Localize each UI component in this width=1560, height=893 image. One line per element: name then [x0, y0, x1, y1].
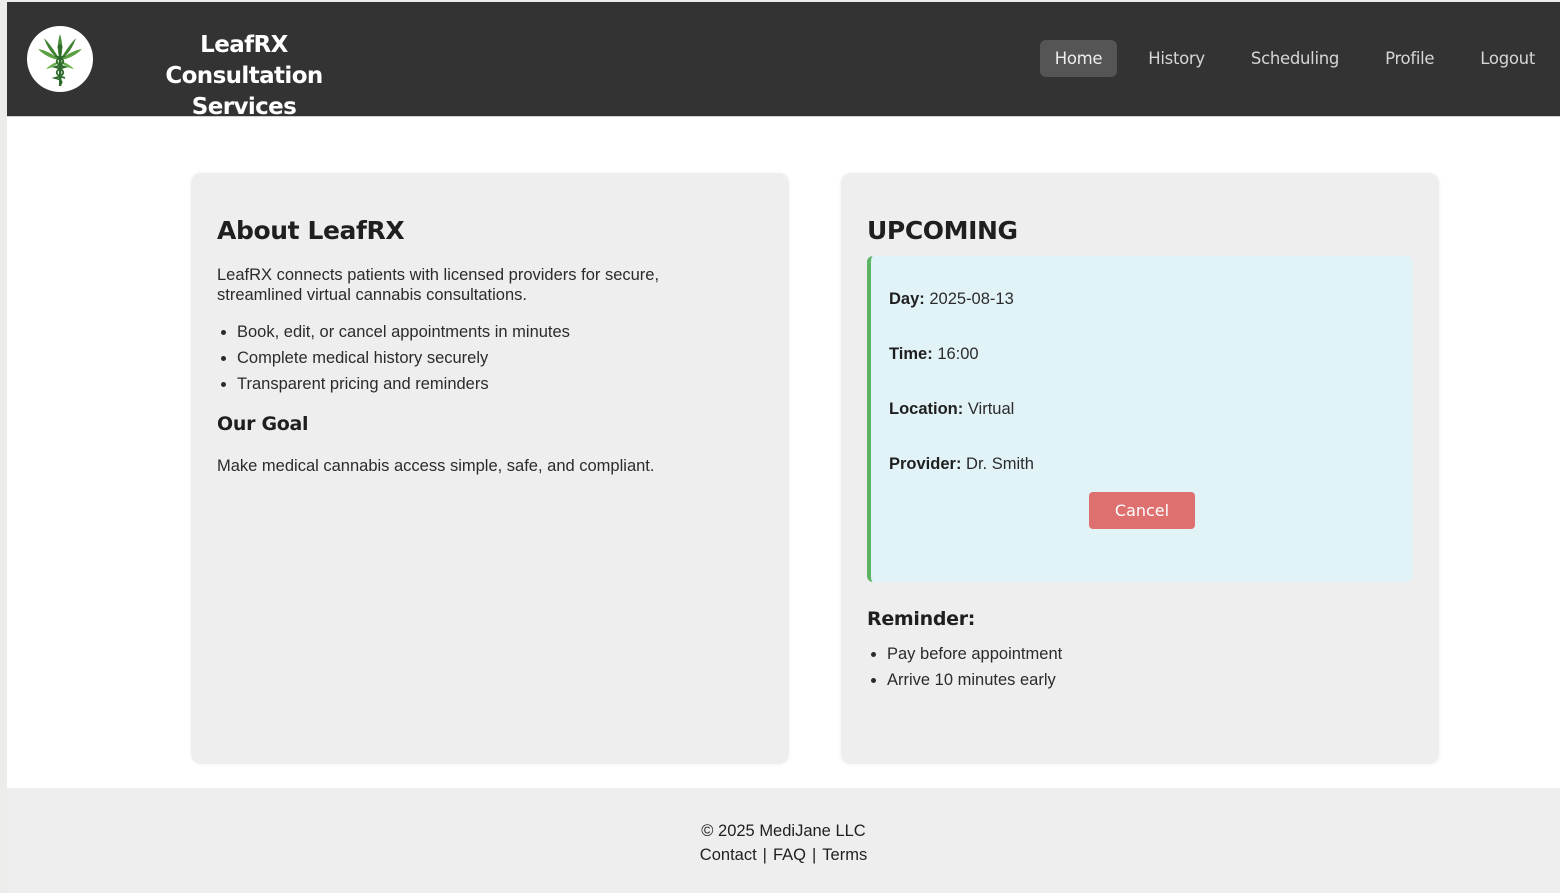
main-nav: Home History Scheduling Profile Logout [1024, 40, 1550, 77]
brand-title: LeafRX Consultation Services [119, 30, 369, 123]
footer-separator: | [811, 846, 817, 864]
nav-logout[interactable]: Logout [1465, 40, 1550, 77]
about-title: About LeafRX [217, 216, 405, 245]
footer-links: Contact | FAQ | Terms [7, 846, 1560, 865]
brand-line-1: LeafRX [200, 32, 288, 58]
list-item: Transparent pricing and reminders [217, 371, 570, 397]
time-value: 16:00 [937, 345, 979, 363]
location-value: Virtual [967, 400, 1015, 418]
footer-link-faq[interactable]: FAQ [773, 846, 806, 864]
appointment-box: Day: 2025-08-13 Time: 16:00 Location: Vi… [867, 256, 1413, 582]
nav-profile[interactable]: Profile [1370, 40, 1449, 77]
list-item: Complete medical history securely [217, 345, 570, 371]
logo[interactable] [27, 26, 93, 92]
nav-scheduling[interactable]: Scheduling [1236, 40, 1354, 77]
time-label: Time: [889, 345, 933, 363]
about-card: About LeafRX LeafRX connects patients wi… [191, 173, 789, 764]
list-item: Pay before appointment [867, 641, 1062, 667]
provider-label: Provider: [889, 455, 962, 473]
reminder-title: Reminder: [867, 608, 976, 630]
page-footer: © 2025 MediJane LLC Contact | FAQ | Terms [7, 788, 1560, 893]
nav-history[interactable]: History [1133, 40, 1220, 77]
day-label: Day: [889, 290, 925, 308]
location-label: Location: [889, 400, 964, 418]
app-page: LeafRX Consultation Services Home Histor… [7, 2, 1560, 893]
provider-value: Dr. Smith [966, 455, 1034, 473]
appointment-time: Time: 16:00 [889, 345, 979, 364]
list-item: Arrive 10 minutes early [867, 667, 1062, 693]
upcoming-card: UPCOMING Day: 2025-08-13 Time: 16:00 Loc… [841, 173, 1439, 764]
brand-line-2: Consultation Services [165, 63, 323, 120]
reminder-list: Pay before appointment Arrive 10 minutes… [867, 641, 1062, 693]
appointment-provider: Provider: Dr. Smith [889, 455, 1034, 474]
caduceus-leaf-icon [38, 34, 82, 86]
day-value: 2025-08-13 [929, 290, 1014, 308]
goal-text: Make medical cannabis access simple, saf… [217, 457, 655, 475]
appointment-day: Day: 2025-08-13 [889, 290, 1014, 309]
nav-home[interactable]: Home [1039, 40, 1118, 77]
cancel-button[interactable]: Cancel [1089, 492, 1195, 529]
copyright-text: © 2025 MediJane LLC [701, 822, 866, 840]
footer-separator: | [762, 846, 767, 864]
appointment-location: Location: Virtual [889, 400, 1014, 419]
list-item: Book, edit, or cancel appointments in mi… [217, 319, 570, 345]
goal-title: Our Goal [217, 413, 309, 435]
footer-link-contact[interactable]: Contact [700, 846, 757, 864]
upcoming-title: UPCOMING [867, 216, 1018, 245]
footer-link-terms[interactable]: Terms [822, 846, 867, 864]
top-header: LeafRX Consultation Services Home Histor… [7, 2, 1560, 120]
feature-list: Book, edit, or cancel appointments in mi… [217, 319, 570, 397]
about-description: LeafRX connects patients with licensed p… [217, 266, 660, 304]
